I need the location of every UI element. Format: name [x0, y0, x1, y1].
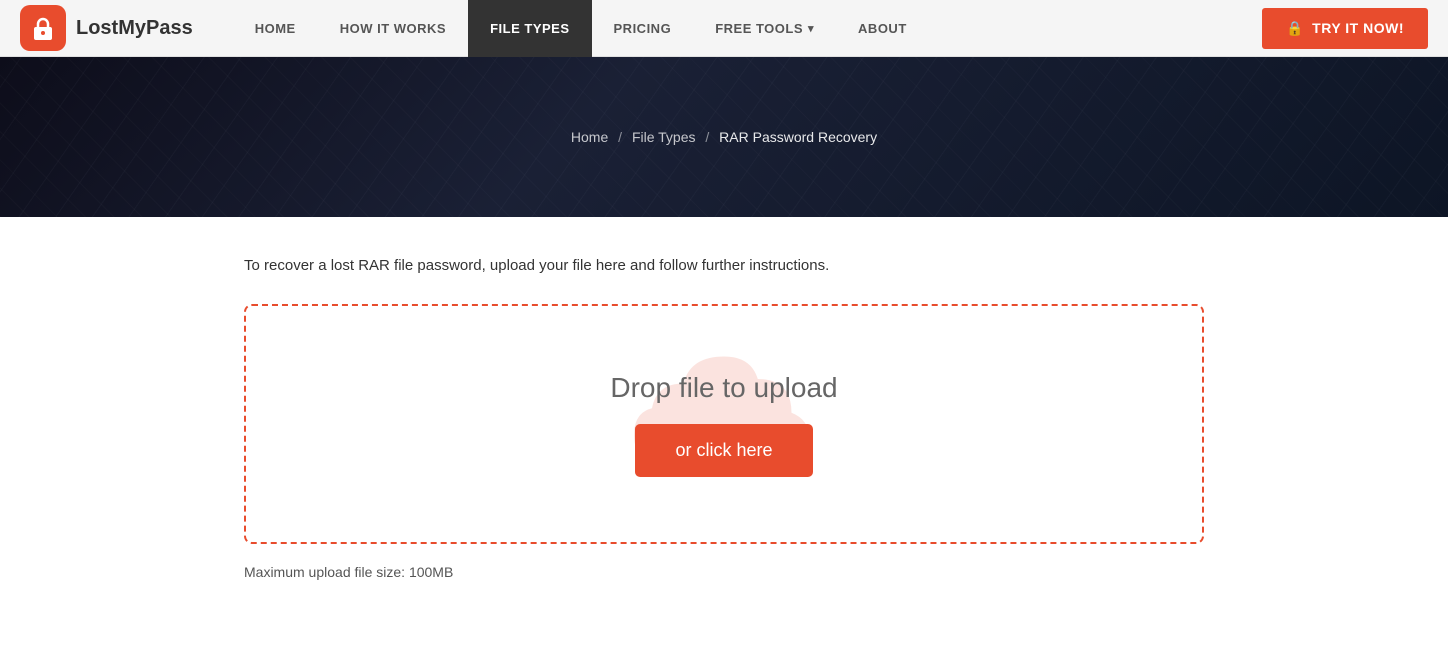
breadcrumb-home-link[interactable]: Home	[571, 129, 608, 145]
breadcrumb: Home / File Types / RAR Password Recover…	[571, 129, 877, 145]
nav-item-how-it-works[interactable]: HOW IT WORKS	[318, 0, 468, 57]
main-content: To recover a lost RAR file password, upl…	[224, 217, 1224, 620]
nav-item-home[interactable]: HOME	[233, 0, 318, 57]
file-size-note: Maximum upload file size: 100MB	[244, 564, 1204, 580]
breadcrumb-separator-2: /	[705, 129, 709, 145]
hero-banner: Home / File Types / RAR Password Recover…	[0, 57, 1448, 217]
nav-item-pricing[interactable]: PRICING	[592, 0, 694, 57]
lock-icon	[30, 15, 56, 41]
nav-item-file-types[interactable]: FILE TYPES	[468, 0, 591, 57]
nav-item-about[interactable]: ABOUT	[836, 0, 929, 57]
breadcrumb-file-types-link[interactable]: File Types	[632, 129, 696, 145]
nav-links: HOME HOW IT WORKS FILE TYPES PRICING FRE…	[233, 0, 1263, 56]
click-here-button[interactable]: or click here	[635, 424, 812, 477]
breadcrumb-current: RAR Password Recovery	[719, 129, 877, 145]
logo-icon	[20, 5, 66, 51]
navbar: LostMyPass HOME HOW IT WORKS FILE TYPES …	[0, 0, 1448, 57]
cta-button[interactable]: 🔒 TRY IT NOW!	[1262, 8, 1428, 49]
logo-text: LostMyPass	[76, 17, 193, 40]
description-text: To recover a lost RAR file password, upl…	[244, 257, 1204, 274]
breadcrumb-container: Home / File Types / RAR Password Recover…	[571, 129, 877, 145]
upload-zone[interactable]: Drop file to upload or click here	[244, 304, 1204, 544]
nav-item-free-tools[interactable]: FREE TOOLS	[693, 0, 836, 57]
breadcrumb-separator-1: /	[618, 129, 622, 145]
logo-link[interactable]: LostMyPass	[20, 5, 193, 51]
shield-icon: 🔒	[1286, 20, 1304, 37]
drop-file-text: Drop file to upload	[610, 372, 837, 404]
